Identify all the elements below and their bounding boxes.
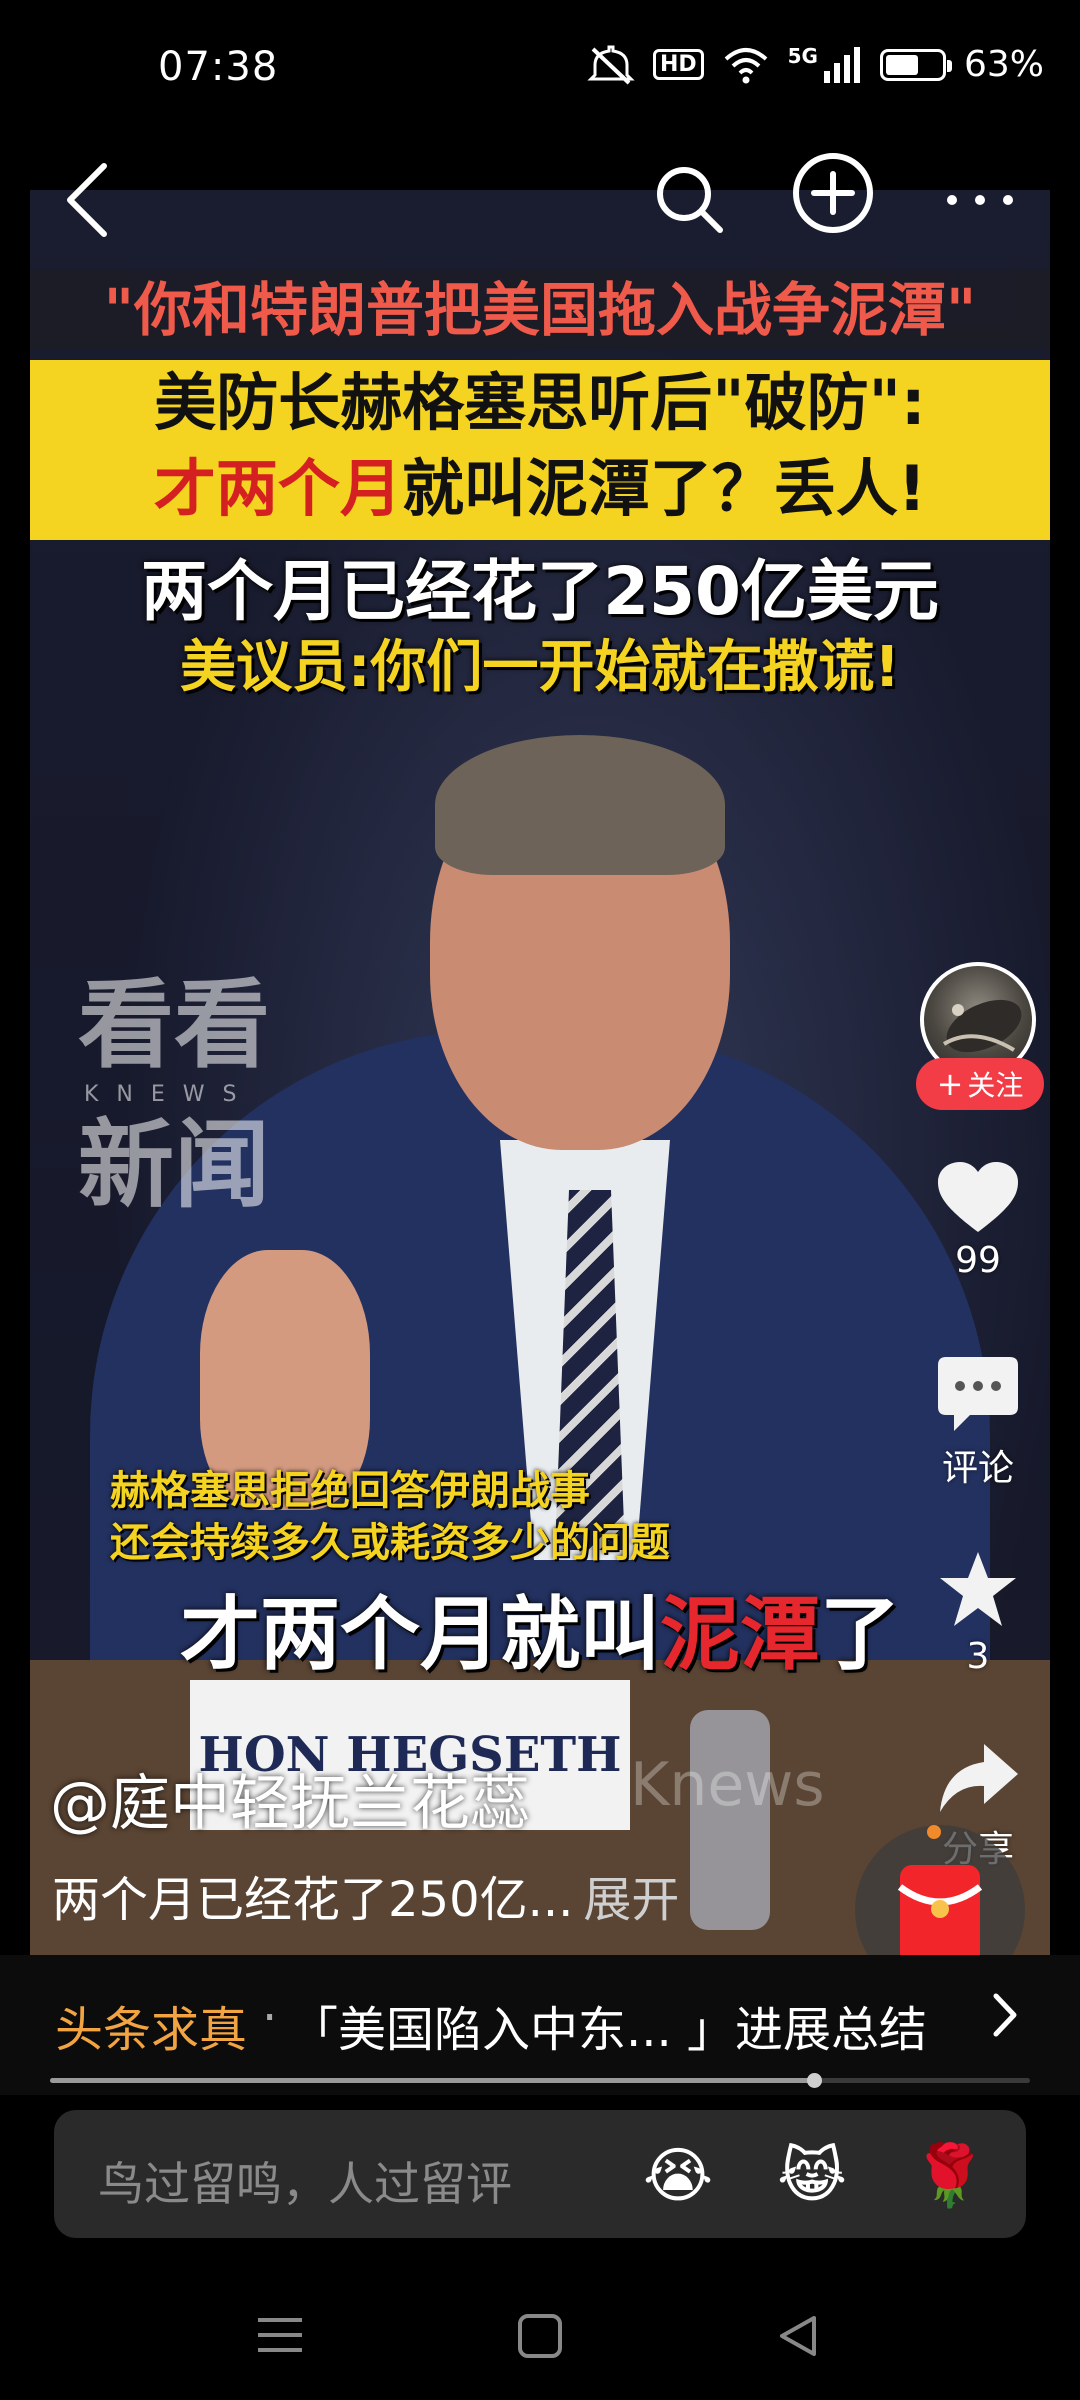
yellow-banner-line2: 才两个月就叫泥潭了？丢人! (30, 446, 1050, 532)
nav-back-button[interactable] (770, 2308, 826, 2368)
back-arrow-icon (67, 163, 107, 237)
like-count: 99 (955, 1240, 1001, 1281)
nav-menu-button[interactable] (250, 2310, 310, 2364)
back-button[interactable] (60, 160, 120, 240)
comment-button[interactable]: 评论 (913, 1355, 1043, 1491)
caption-line2: 还会持续多久或耗资多少的问题 (110, 1520, 670, 1566)
star-icon (940, 1552, 1016, 1626)
follow-label: 关注 (967, 1069, 1024, 1102)
follow-button[interactable]: + 关注 (916, 1058, 1044, 1110)
create-button[interactable] (790, 150, 876, 236)
status-bar: 07:38 HD 5G 63% (0, 0, 1080, 140)
triangle-back-icon (780, 2316, 816, 2356)
mute-icon (587, 45, 635, 84)
comment-bubble-icon (938, 1357, 1018, 1431)
comment-label: 评论 (941, 1448, 1014, 1489)
watermark-knews: KNEWS (84, 1082, 255, 1107)
video-progress-fill (50, 2078, 815, 2083)
video-person-hair (435, 735, 725, 875)
more-dots-icon (947, 195, 1013, 205)
description-text: 两个月已经花了250亿... (52, 1872, 574, 1928)
emoji-tears-button[interactable]: 😹 (776, 2140, 848, 2212)
video-caption-small: 赫格塞思拒绝回答伊朗战事 还会持续多久或耗资多少的问题 (110, 1465, 670, 1569)
author-name[interactable]: @庭中轻抚兰花蕊 (50, 1755, 530, 1842)
caption-big-white1: 才两个月就叫 (180, 1588, 660, 1681)
topic-label[interactable]: 头条求真 (55, 1990, 247, 2060)
yellow-banner-rest-text: 就叫泥潭了？丢人! (401, 452, 927, 525)
topic-separator: · (262, 1990, 278, 2046)
comment-input-placeholder[interactable]: 鸟过留鸣，人过留评 (98, 2148, 512, 2214)
yellow-banner-red-text: 才两个月 (153, 452, 402, 525)
video-caption-big: 才两个月就叫泥潭了 (30, 1585, 1050, 1685)
yellow-banner-line1: 美防长赫格塞思听后"破防": (154, 366, 926, 439)
favorite-count: 3 (966, 1636, 990, 1677)
chevron-right-icon[interactable] (990, 1990, 1020, 2052)
watermark-bottom: 新闻 (78, 1109, 270, 1221)
emoji-rose-button[interactable]: 🌹 (912, 2140, 987, 2212)
expand-link[interactable]: 展开 (583, 1872, 679, 1928)
video-yellow-banner: 美防长赫格塞思听后"破防": 才两个月就叫泥潭了？丢人! (30, 360, 1050, 540)
caption-big-red: 泥潭 (660, 1588, 820, 1681)
menu-lines-icon (258, 2318, 302, 2352)
system-nav-bar (0, 2270, 1080, 2400)
search-button[interactable] (650, 160, 730, 240)
video-quote-banner: "你和特朗普把美国拖入战争泥潭" (30, 270, 1050, 350)
heart-icon (938, 1162, 1018, 1232)
caption-big-white2: 了 (820, 1588, 900, 1681)
topic-text[interactable]: 「美国陷入中东... 」进展总结 (290, 1990, 927, 2060)
video-water-bottle (690, 1710, 770, 1930)
network-type: 5G (787, 44, 818, 68)
favorite-button[interactable]: 3 (913, 1548, 1043, 1677)
search-icon (657, 167, 723, 233)
post-description[interactable]: 两个月已经花了250亿... 展开 (52, 1860, 679, 1930)
like-button[interactable]: 99 (913, 1160, 1043, 1281)
video-overlay-watermark: Knews (630, 1750, 825, 1820)
kankan-news-watermark: 看看 KNEWS 新闻 (78, 970, 270, 1220)
video-player[interactable]: HON HEGSETH Knews "你和特朗普把美国拖入战争泥潭" 美防长赫格… (30, 190, 1050, 2000)
square-home-icon (518, 2314, 562, 2358)
emoji-crying-laugh-button[interactable]: 😭 (642, 2140, 714, 2212)
status-time: 07:38 (158, 44, 279, 90)
battery-percent: 63% (963, 44, 1044, 85)
battery-icon (879, 48, 952, 81)
video-white-headline: 两个月已经花了250亿美元 (141, 553, 939, 630)
video-yellow-headline: 美议员:你们一开始就在撒谎! (180, 635, 900, 700)
signal-icon (823, 46, 860, 83)
nav-home-button[interactable] (512, 2308, 568, 2368)
hd-icon: HD (652, 49, 704, 80)
more-button[interactable] (940, 170, 1020, 230)
wifi-icon (724, 47, 767, 83)
watermark-top: 看看 (78, 969, 270, 1081)
red-packet-badge-dot (927, 1825, 941, 1839)
follow-plus-icon: + (936, 1065, 964, 1103)
caption-line1: 赫格塞思拒绝回答伊朗战事 (110, 1468, 590, 1514)
plus-circle-icon (793, 153, 873, 233)
status-icons: HD 5G 63% (587, 44, 1044, 85)
share-arrow-icon (940, 1744, 1018, 1812)
battery-level (885, 54, 918, 75)
